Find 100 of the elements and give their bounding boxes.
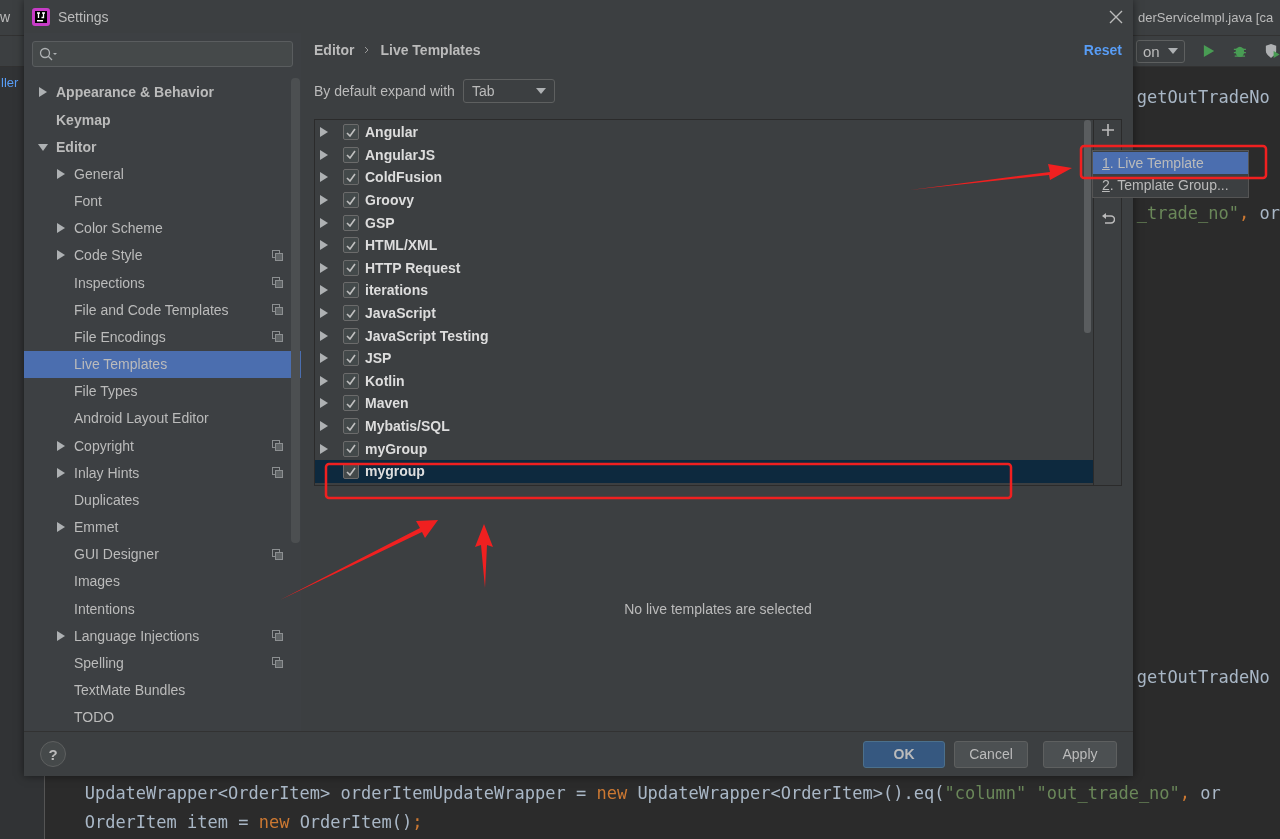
template-group-row[interactable]: JavaScript — [315, 301, 1093, 325]
checkbox[interactable] — [343, 440, 359, 457]
checkbox[interactable] — [343, 372, 359, 389]
editor-tab[interactable]: derServiceImpl.java [ca — [1138, 10, 1280, 25]
sidebar-item[interactable]: Font — [24, 187, 301, 215]
collapsed-arrow-icon[interactable] — [319, 172, 329, 183]
run-config-dropdown[interactable]: on — [1136, 39, 1185, 63]
checkbox[interactable] — [343, 192, 359, 209]
sidebar-item[interactable]: File Encodings — [24, 323, 301, 351]
sidebar-item[interactable]: Appearance & Behavior — [24, 78, 301, 106]
collapsed-arrow-icon[interactable] — [319, 308, 329, 319]
checkbox[interactable] — [343, 214, 359, 231]
template-group-row[interactable]: AngularJS — [315, 143, 1093, 167]
expand-key-dropdown[interactable]: Tab — [462, 79, 555, 103]
scrollbar[interactable] — [1084, 120, 1091, 333]
collapsed-arrow-icon[interactable] — [56, 630, 66, 641]
add-icon[interactable] — [1101, 124, 1114, 136]
collapsed-arrow-icon[interactable] — [319, 353, 329, 364]
sidebar-item[interactable]: General — [24, 160, 301, 188]
sidebar-item[interactable]: Emmet — [24, 513, 301, 541]
breadcrumb[interactable]: Editor — [314, 42, 355, 58]
template-group-row[interactable]: HTML/XML — [315, 233, 1093, 257]
checkbox[interactable] — [343, 350, 359, 367]
ok-button[interactable]: OK — [863, 740, 945, 768]
checkbox[interactable] — [343, 237, 359, 254]
sidebar-item[interactable]: Inspections — [24, 269, 301, 297]
collapsed-arrow-icon[interactable] — [56, 467, 66, 478]
template-group-row[interactable]: Kotlin — [315, 369, 1093, 393]
undo-icon[interactable] — [1100, 212, 1115, 226]
checkbox[interactable] — [343, 327, 359, 344]
search-field[interactable] — [32, 41, 293, 67]
collapsed-arrow-icon[interactable] — [319, 375, 329, 386]
collapsed-arrow-icon[interactable] — [319, 195, 329, 206]
sidebar-item[interactable]: TextMate Bundles — [24, 676, 301, 704]
collapsed-arrow-icon[interactable] — [319, 443, 329, 454]
template-group-row[interactable]: iterations — [315, 279, 1093, 302]
copy-icon — [272, 440, 283, 452]
dialog-button[interactable]: Apply — [1043, 740, 1117, 768]
template-group-row[interactable]: HTTP Request — [315, 256, 1093, 280]
template-group-row[interactable]: mygroup — [315, 459, 1093, 483]
dialog-button[interactable]: Cancel — [954, 740, 1028, 768]
menu-item[interactable]: 2. Template Group... — [1093, 174, 1248, 196]
collapsed-arrow-icon[interactable] — [56, 440, 66, 451]
checkbox[interactable] — [343, 395, 359, 412]
sidebar-item[interactable]: Editor — [24, 133, 301, 161]
sidebar-item[interactable]: Copyright — [24, 432, 301, 460]
sidebar-item[interactable]: Code Style — [24, 241, 301, 269]
sidebar-item[interactable]: Intentions — [24, 595, 301, 623]
collapsed-arrow-icon[interactable] — [38, 87, 48, 98]
scrollbar[interactable] — [291, 78, 300, 543]
template-group-row[interactable]: Mybatis/SQL — [315, 414, 1093, 438]
collapsed-arrow-icon[interactable] — [319, 127, 329, 138]
sidebar-item[interactable]: Keymap — [24, 105, 301, 134]
run-icon[interactable] — [1202, 43, 1215, 59]
collapsed-arrow-icon[interactable] — [319, 398, 329, 409]
sidebar-item[interactable]: File and Code Templates — [24, 296, 301, 324]
reset-link[interactable]: Reset — [1083, 42, 1122, 58]
template-group-row[interactable]: Maven — [315, 392, 1093, 415]
checkbox[interactable] — [343, 124, 359, 141]
sidebar-item[interactable]: Duplicates — [24, 486, 301, 514]
sidebar-item[interactable]: GUI Designer — [24, 540, 301, 568]
collapsed-arrow-icon[interactable] — [319, 421, 329, 431]
template-group-row[interactable]: ColdFusion — [315, 166, 1093, 189]
sidebar-item[interactable]: Language Injections — [24, 622, 301, 650]
template-group-row[interactable]: Angular — [315, 121, 1093, 144]
sidebar-item[interactable]: Inlay Hints — [24, 459, 301, 487]
sidebar-item[interactable]: File Types — [24, 377, 301, 405]
checkbox[interactable] — [343, 146, 359, 163]
template-group-row[interactable]: myGroup — [315, 437, 1093, 460]
template-group-row[interactable]: JavaScript Testing — [315, 324, 1093, 347]
collapsed-arrow-icon[interactable] — [319, 330, 329, 341]
collapsed-arrow-icon[interactable] — [56, 250, 66, 261]
collapsed-arrow-icon[interactable] — [319, 240, 329, 251]
collapsed-arrow-icon[interactable] — [56, 168, 66, 179]
help-button[interactable]: ? — [40, 741, 66, 767]
checkbox[interactable] — [343, 282, 359, 299]
collapsed-arrow-icon[interactable] — [56, 522, 66, 533]
checkbox[interactable] — [343, 259, 359, 276]
sidebar-item[interactable]: Images — [24, 567, 301, 596]
collapsed-arrow-icon[interactable] — [319, 149, 329, 160]
sidebar-item[interactable]: Android Layout Editor — [24, 404, 301, 432]
collapsed-arrow-icon[interactable] — [319, 217, 329, 228]
template-group-row[interactable]: Groovy — [315, 188, 1093, 212]
shield-run-icon[interactable] — [1264, 43, 1280, 59]
template-group-row[interactable]: GSP — [315, 211, 1093, 234]
collapsed-arrow-icon[interactable] — [56, 223, 66, 234]
sidebar-item[interactable]: Spelling — [24, 649, 301, 677]
app-logo-icon — [32, 7, 50, 26]
collapsed-arrow-icon[interactable] — [319, 285, 329, 296]
menu-fragment[interactable]: w — [0, 8, 11, 25]
checkbox[interactable] — [343, 305, 359, 322]
breadcrumb[interactable]: Live Templates — [380, 42, 481, 58]
expanded-arrow-icon[interactable] — [38, 141, 48, 152]
checkbox[interactable] — [343, 418, 359, 434]
checkbox[interactable] — [343, 169, 359, 186]
close-icon[interactable] — [1109, 9, 1123, 24]
sidebar-item[interactable]: Color Scheme — [24, 214, 301, 242]
sidebar-item[interactable]: TODO — [24, 703, 301, 731]
template-group-row[interactable]: JSP — [315, 346, 1093, 370]
collapsed-arrow-icon[interactable] — [319, 262, 329, 273]
